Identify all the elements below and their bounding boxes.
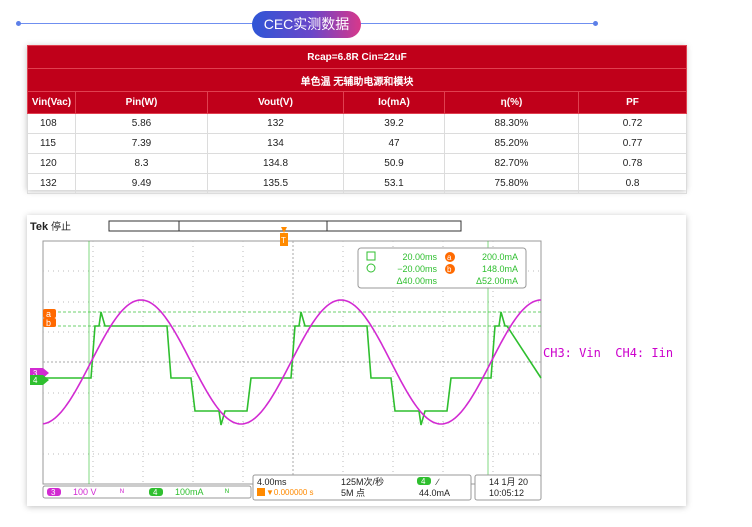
column-header-vin: Vin(Vac) [27,91,76,114]
table-cell: 132 [27,173,76,194]
channel-legend: CH3: Vin CH4: Iin [543,346,674,360]
cursor-a-value: 200.0mA [482,252,518,262]
cursor-time-2: −20.00ms [397,264,437,274]
cursor-b-value: 148.0mA [482,264,518,274]
cursor-readout-panel: 20.00ms −20.00ms Δ40.00ms a b 200.0mA 14… [357,247,527,289]
table-cell: 120 [27,153,76,174]
table-cell: 47 [343,133,445,154]
ch4-badge-label: 4 [153,488,158,497]
trigger-position-icon [257,488,265,496]
table-cell: 39.2 [343,113,445,134]
trigger-source-label: 4 [421,477,426,486]
ch3-bandwidth-icon: ᴺ [120,487,124,497]
scope-run-state: 停止 [51,220,71,233]
ch4-bandwidth-icon: ᴺ [225,487,229,497]
ch4-scale: 100mA [175,487,204,497]
table-cell: 134 [207,133,344,154]
table-cell: 9.49 [75,173,208,194]
table-row: 115 7.39 134 47 85.20% 0.77 [27,133,688,154]
cursor-b-marker-label: b [46,318,51,328]
column-header-pf: PF [577,91,688,114]
table-header-conditions: Rcap=6.8R Cin=22uF [26,45,688,69]
sample-rate: 125M次/秒 [341,476,384,487]
cursor-time-delta: Δ40.00ms [396,276,437,286]
table-row: 108 5.86 132 39.2 88.30% 0.72 [27,113,688,134]
ch3-badge-label: 3 [51,488,56,497]
title-line-right-dot [593,21,598,26]
table-cell: 108 [27,113,76,134]
column-header-pin: Pin(W) [75,91,208,114]
column-header-efficiency: η(%) [444,91,579,114]
table-header-description: 单色温 无辅助电源和模块 [26,68,688,92]
table-cell: 5.86 [75,113,208,134]
table-cell: 50.9 [343,153,445,174]
table-cell: 0.72 [577,113,688,134]
cursor-value-delta: Δ52.00mA [476,276,518,286]
table-cell: 7.39 [75,133,208,154]
scope-time: 10:05:12 [489,488,524,498]
timebase: 4.00ms [257,477,287,487]
ch3-scale: 100 V [73,487,97,497]
table-cell: 82.70% [444,153,579,174]
section-title: CEC实测数据 [252,11,361,38]
table-cell: 8.3 [75,153,208,174]
cursor-a-badge-label: a [447,253,452,262]
cec-data-table: Rcap=6.8R Cin=22uF 单色温 无辅助电源和模块 Vin(Vac)… [26,45,688,194]
table-cell: 115 [27,133,76,154]
table-cell: 0.8 [577,173,688,194]
table-cell: 132 [207,113,344,134]
record-length: 5M 点 [341,488,365,498]
table-row: 120 8.3 134.8 50.9 82.70% 0.78 [27,153,688,174]
title-line-left-dot [16,21,21,26]
cursor-b-badge-label: b [447,265,452,274]
table-cell: 53.1 [343,173,445,194]
table-cell: 134.8 [207,153,344,174]
table-cell: 85.20% [444,133,579,154]
trigger-position: ▼0.000000 s [266,488,314,497]
table-cell: 88.30% [444,113,579,134]
ch4-ground-marker-label: 4 [33,376,38,385]
scope-date: 14 1月 20 [489,477,528,487]
table-row: 132 9.49 135.5 53.1 75.80% 0.8 [27,173,688,194]
oscilloscope-screenshot: Tek 停止 T a b 3 4 20.00ms −20.00ms Δ40.00… [27,215,686,506]
table-cell: 0.77 [577,133,688,154]
table-cell: 75.80% [444,173,579,194]
cursor-time-1: 20.00ms [402,252,437,262]
column-header-vout: Vout(V) [207,91,344,114]
table-cell: 135.5 [207,173,344,194]
table-cell: 0.78 [577,153,688,174]
trigger-marker-label: T [281,236,286,245]
column-header-io: Io(mA) [343,91,445,114]
scope-brand: Tek [30,221,49,233]
trigger-level: 44.0mA [419,488,450,498]
